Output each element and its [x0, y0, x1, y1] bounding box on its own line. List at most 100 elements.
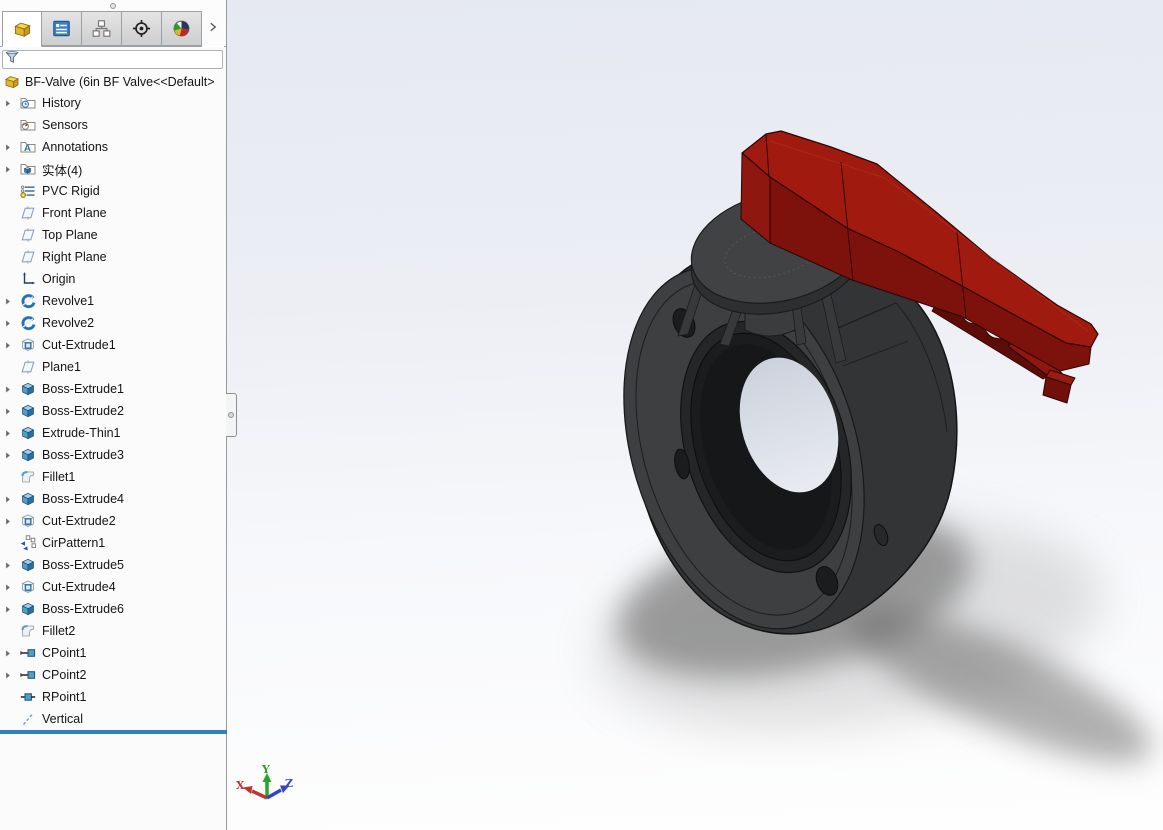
- tree-item-label: Extrude-Thin1: [42, 426, 121, 440]
- origin-icon: [20, 271, 36, 287]
- graphics-viewport[interactable]: X Y Z: [227, 0, 1163, 830]
- tab-propertymanager[interactable]: [42, 11, 82, 46]
- feature-tree: BF-Valve (6in BF Valve<<Default> History…: [0, 72, 226, 730]
- tree-item-label: CPoint2: [42, 668, 87, 682]
- expand-arrow[interactable]: [0, 560, 20, 570]
- expand-arrow[interactable]: [0, 98, 20, 108]
- expand-arrow[interactable]: [0, 582, 20, 592]
- expand-arrow[interactable]: [0, 142, 20, 152]
- tree-item-plane1[interactable]: Plane1: [0, 356, 226, 378]
- plane-icon: [20, 359, 36, 375]
- expand-arrow[interactable]: [0, 648, 20, 658]
- expand-arrow[interactable]: [0, 406, 20, 416]
- expand-arrow-placeholder: [0, 186, 20, 196]
- tree-item-vertical[interactable]: Vertical: [0, 708, 226, 730]
- tree-item-label: Cut-Extrude4: [42, 580, 116, 594]
- tree-item-label: Revolve1: [42, 294, 95, 308]
- expand-arrow-placeholder: [0, 626, 20, 636]
- sensors-folder-icon: [20, 117, 36, 133]
- tree-item-origin[interactable]: Origin: [0, 268, 226, 290]
- tree-item-cpoint1[interactable]: CPoint1: [0, 642, 226, 664]
- annotations-folder-icon: A: [20, 139, 36, 155]
- splitter-grip-dot: [110, 2, 116, 9]
- panel-splitter-grip[interactable]: [0, 0, 226, 11]
- tree-filter-input[interactable]: [2, 50, 223, 69]
- tree-item-right-plane[interactable]: Right Plane: [0, 246, 226, 268]
- tree-item-revolve2[interactable]: Revolve2: [0, 312, 226, 334]
- tab-overflow-chevron[interactable]: [202, 11, 224, 47]
- tree-item-boss-extrude5[interactable]: Boss-Extrude5: [0, 554, 226, 576]
- panel-collapse-handle[interactable]: [226, 393, 237, 437]
- tree-item-4[interactable]: 实体(4): [0, 158, 226, 180]
- tree-item-cirpattern1[interactable]: CirPattern1: [0, 532, 226, 554]
- rollback-bar[interactable]: [0, 730, 227, 734]
- tree-item-cut-extrude2[interactable]: Cut-Extrude2: [0, 510, 226, 532]
- tree-item-top-plane[interactable]: Top Plane: [0, 224, 226, 246]
- chevron-right-icon: [207, 20, 219, 38]
- tree-item-label: Boss-Extrude3: [42, 448, 124, 462]
- cut-extrude-icon: [20, 337, 36, 353]
- triad-z-label: Z: [285, 777, 293, 790]
- collapse-handle-dot: [228, 412, 234, 418]
- filter-funnel-icon: [5, 50, 20, 70]
- tree-root-bf-valve[interactable]: BF-Valve (6in BF Valve<<Default>: [0, 72, 226, 92]
- expand-arrow[interactable]: [0, 494, 20, 504]
- tree-item-boss-extrude1[interactable]: Boss-Extrude1: [0, 378, 226, 400]
- tree-item-annotations[interactable]: A Annotations: [0, 136, 226, 158]
- boss-extrude-icon: [20, 491, 36, 507]
- expand-arrow-placeholder: [0, 538, 20, 548]
- tree-item-history[interactable]: History: [0, 92, 226, 114]
- tree-item-fillet2[interactable]: Fillet2: [0, 620, 226, 642]
- tree-item-fillet1[interactable]: Fillet1: [0, 466, 226, 488]
- tab-displaymanager[interactable]: [162, 11, 202, 46]
- property-manager-icon: [52, 19, 71, 38]
- tree-item-revolve1[interactable]: Revolve1: [0, 290, 226, 312]
- tab-dimxpertmanager[interactable]: [122, 11, 162, 46]
- display-manager-icon: [172, 19, 191, 38]
- tab-featuremanager-design-tree[interactable]: [2, 11, 42, 47]
- tree-item-rpoint1[interactable]: RPoint1: [0, 686, 226, 708]
- expand-arrow[interactable]: [0, 164, 20, 174]
- boss-extrude-icon: [20, 403, 36, 419]
- cpoint-icon: [20, 645, 36, 661]
- expand-arrow[interactable]: [0, 318, 20, 328]
- tree-item-label: Top Plane: [42, 228, 98, 242]
- expand-arrow[interactable]: [0, 384, 20, 394]
- expand-arrow[interactable]: [0, 516, 20, 526]
- tree-item-label: Annotations: [42, 140, 109, 154]
- plane-icon: [20, 249, 36, 265]
- tree-item-label: CPoint1: [42, 646, 87, 660]
- cirpattern-icon: [20, 535, 36, 551]
- rpoint-icon: [20, 689, 36, 705]
- tab-configurationmanager[interactable]: [82, 11, 122, 46]
- boss-extrude-icon: [20, 425, 36, 441]
- expand-arrow[interactable]: [0, 340, 20, 350]
- svg-text:A: A: [24, 143, 31, 154]
- tree-item-boss-extrude3[interactable]: Boss-Extrude3: [0, 444, 226, 466]
- cut-extrude-icon: [20, 513, 36, 529]
- plane-icon: [20, 205, 36, 221]
- tree-item-label: Sensors: [42, 118, 88, 132]
- tree-item-boss-extrude4[interactable]: Boss-Extrude4: [0, 488, 226, 510]
- tree-item-cpoint2[interactable]: CPoint2: [0, 664, 226, 686]
- expand-arrow[interactable]: [0, 604, 20, 614]
- tree-item-front-plane[interactable]: Front Plane: [0, 202, 226, 224]
- tree-item-extrude-thin1[interactable]: Extrude-Thin1: [0, 422, 226, 444]
- fillet-icon: [20, 469, 36, 485]
- tree-item-pvc-rigid[interactable]: PVC Rigid: [0, 180, 226, 202]
- tree-item-label: Front Plane: [42, 206, 107, 220]
- tree-item-boss-extrude6[interactable]: Boss-Extrude6: [0, 598, 226, 620]
- boss-extrude-icon: [20, 557, 36, 573]
- expand-arrow[interactable]: [0, 450, 20, 460]
- tree-item-cut-extrude4[interactable]: Cut-Extrude4: [0, 576, 226, 598]
- expand-arrow[interactable]: [0, 296, 20, 306]
- tree-item-sensors[interactable]: Sensors: [0, 114, 226, 136]
- expand-arrow[interactable]: [0, 670, 20, 680]
- tree-item-label: Right Plane: [42, 250, 107, 264]
- expand-arrow[interactable]: [0, 428, 20, 438]
- expand-arrow-placeholder: [0, 692, 20, 702]
- tree-item-boss-extrude2[interactable]: Boss-Extrude2: [0, 400, 226, 422]
- boss-extrude-icon: [20, 381, 36, 397]
- tree-item-cut-extrude1[interactable]: Cut-Extrude1: [0, 334, 226, 356]
- solids-folder-icon: [20, 161, 36, 177]
